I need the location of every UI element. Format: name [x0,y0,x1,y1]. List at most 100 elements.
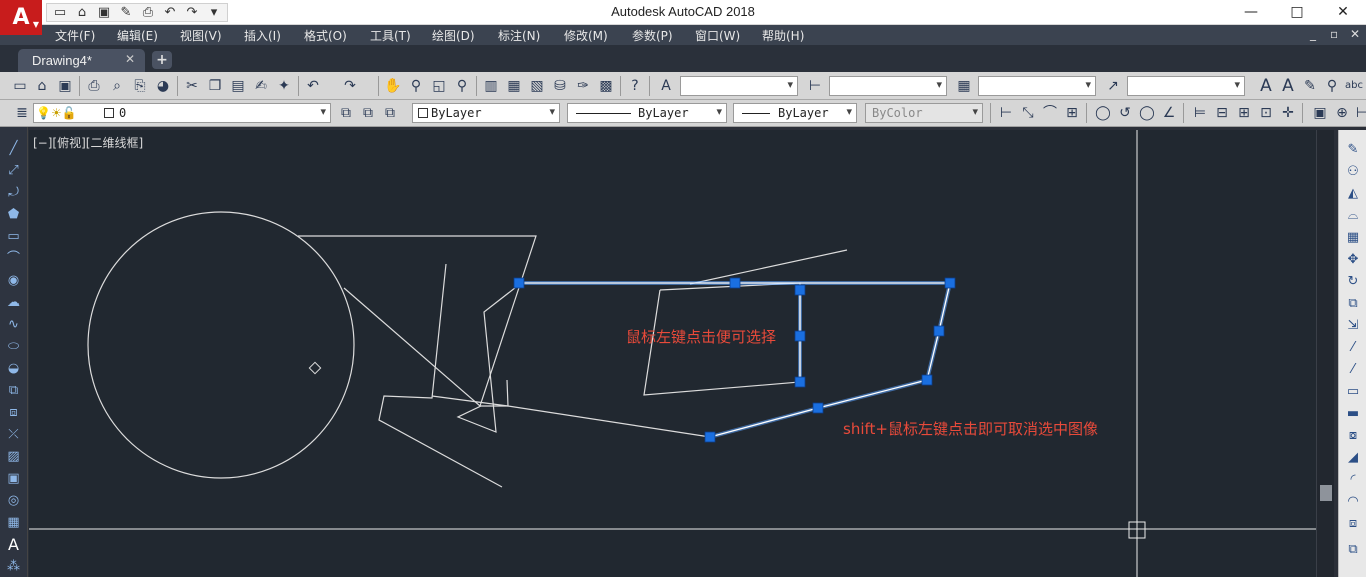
grip-point[interactable] [921,374,933,386]
copy-object-icon[interactable]: ⚇ [1343,162,1363,181]
menu-dimension[interactable]: 标注(N) [498,27,540,44]
layer-properties-icon[interactable]: ≣ [12,103,32,123]
copy-icon[interactable]: ❐ [205,76,225,96]
gradient-icon[interactable]: ▣ [4,469,23,488]
grip-point[interactable] [812,402,824,414]
menu-help[interactable]: 帮助(H) [762,27,804,44]
menu-parametric[interactable]: 参数(P) [632,27,673,44]
layer-state-icon[interactable]: ⧉ [380,103,400,123]
color-dropdown[interactable]: ByLayer ▾ [412,103,560,123]
mirror-icon[interactable]: ◭ [1343,184,1363,203]
arc-length-icon[interactable]: ⌒ [1040,103,1060,123]
doc-close-button[interactable]: ✕ [1350,27,1360,41]
mtext-icon[interactable]: A [4,535,23,554]
rectangle-icon[interactable]: ▭ [4,227,23,246]
application-menu-button[interactable]: A ▼ [0,0,42,35]
sheet-set-icon[interactable]: ⛁ [550,76,570,96]
new-tab-button[interactable]: + [152,51,172,69]
fillet-icon[interactable]: ◜ [1343,470,1363,489]
selected-polyline[interactable] [519,281,953,439]
doc-minimize-button[interactable]: _ [1310,27,1316,41]
grip-point[interactable] [704,431,716,443]
diameter-icon[interactable]: ◯ [1137,103,1157,123]
grip-point[interactable] [794,284,806,296]
auto-scale-icon[interactable]: ✎ [1300,76,1320,96]
polygon-icon[interactable]: ⬟ [4,205,23,224]
move-icon[interactable]: ✥ [1343,250,1363,269]
grip-point[interactable] [729,277,741,289]
scrollbar-thumb[interactable] [1320,485,1332,501]
add-selected-icon[interactable]: ⁂ [4,557,23,576]
grip-point[interactable] [933,325,945,337]
menu-window[interactable]: 窗口(W) [695,27,740,44]
chamfer-icon[interactable]: ◢ [1343,448,1363,467]
rotate-icon[interactable]: ↻ [1343,272,1363,291]
revision-cloud-icon[interactable]: ☁ [4,293,23,312]
jogged-linear-icon[interactable]: ⊕ [1332,103,1352,123]
menu-insert[interactable]: 插入(I) [244,27,281,44]
menu-tools[interactable]: 工具(T) [370,27,411,44]
cut-icon[interactable]: ✂ [182,76,202,96]
ellipse-icon[interactable]: ⬭ [4,337,23,356]
3d-print-icon[interactable]: ◕ [153,76,173,96]
redo-icon[interactable]: ↷ [340,76,360,96]
grip-point[interactable] [794,376,806,388]
annotation-scale-icon[interactable]: A [1256,76,1276,96]
annotation-visibility-icon[interactable]: A [1278,76,1298,96]
grip-point[interactable] [513,277,525,289]
markup-icon[interactable]: ✑ [573,76,593,96]
menu-draw[interactable]: 绘图(D) [432,27,475,44]
layer-previous-icon[interactable]: ⧉ [358,103,378,123]
grip-point[interactable] [944,277,956,289]
layer-dropdown[interactable]: 💡☀🔓 0 ▾ [33,103,331,123]
tool-palettes-icon[interactable]: ▧ [527,76,547,96]
publish-icon[interactable]: ⎘ [130,76,150,96]
make-block-icon[interactable]: ⧈ [4,403,23,422]
text-style-dropdown[interactable]: ▾ [680,76,798,96]
tab-drawing4[interactable]: Drawing4* ✕ [18,49,145,72]
qnew-icon[interactable]: ▭ [10,76,30,96]
zoom-realtime-icon[interactable]: ⚲ [406,76,426,96]
region-icon[interactable]: ◎ [4,491,23,510]
paste-icon[interactable]: ▤ [228,76,248,96]
calculator-icon[interactable]: ▩ [596,76,616,96]
plot-preview-icon[interactable]: ⌕ [107,76,127,96]
trim-icon[interactable]: ⁄ [1343,338,1363,357]
multileader-style-dropdown[interactable]: ▾ [1127,76,1245,96]
menu-edit[interactable]: 编辑(E) [117,27,158,44]
ellipse-arc-icon[interactable]: ◒ [4,359,23,378]
explode-icon[interactable]: ⧈ [1343,514,1363,533]
properties-icon[interactable]: ▥ [481,76,501,96]
dim-style-dropdown[interactable]: ▾ [829,76,947,96]
make-current-icon[interactable]: ⧉ [336,103,356,123]
doc-restore-button[interactable]: ▫ [1330,27,1338,41]
scale-icon[interactable]: ⧉ [1343,294,1363,313]
angular-icon[interactable]: ∠ [1159,103,1179,123]
ordinate-icon[interactable]: ⊞ [1062,103,1082,123]
arc-icon[interactable]: ⌒ [4,249,23,268]
continue-icon[interactable]: ⊞ [1234,103,1254,123]
menu-modify[interactable]: 修改(M) [564,27,608,44]
aligned-dim-icon[interactable]: ⤡ [1018,103,1038,123]
open-icon[interactable]: ⌂ [32,76,52,96]
text-style-icon[interactable]: A [656,76,676,96]
jogged-icon[interactable]: ↺ [1115,103,1135,123]
erase-icon[interactable]: ✎ [1343,140,1363,159]
center-mark-icon[interactable]: ✛ [1278,103,1298,123]
close-tab-icon[interactable]: ✕ [125,52,135,66]
pan-icon[interactable]: ✋ [383,76,403,96]
close-button[interactable]: ✕ [1320,0,1366,25]
maximize-button[interactable]: □ [1274,0,1320,25]
zoom-window-icon[interactable]: ◱ [429,76,449,96]
baseline-icon[interactable]: ⊟ [1212,103,1232,123]
table-style-dropdown[interactable]: ▾ [978,76,1096,96]
hatch-icon[interactable]: ▨ [4,447,23,466]
table-style-icon[interactable]: ▦ [954,76,974,96]
join-icon[interactable]: ⧇ [1343,426,1363,445]
menu-format[interactable]: 格式(O) [304,27,347,44]
quick-dim-icon[interactable]: ⊨ [1190,103,1210,123]
linear-dim-icon[interactable]: ⊢ [996,103,1016,123]
stack-icon[interactable]: ⧉ [1343,540,1363,559]
line-icon[interactable]: ╱ [4,139,23,158]
construction-line-icon[interactable]: ⤢ [4,161,23,180]
